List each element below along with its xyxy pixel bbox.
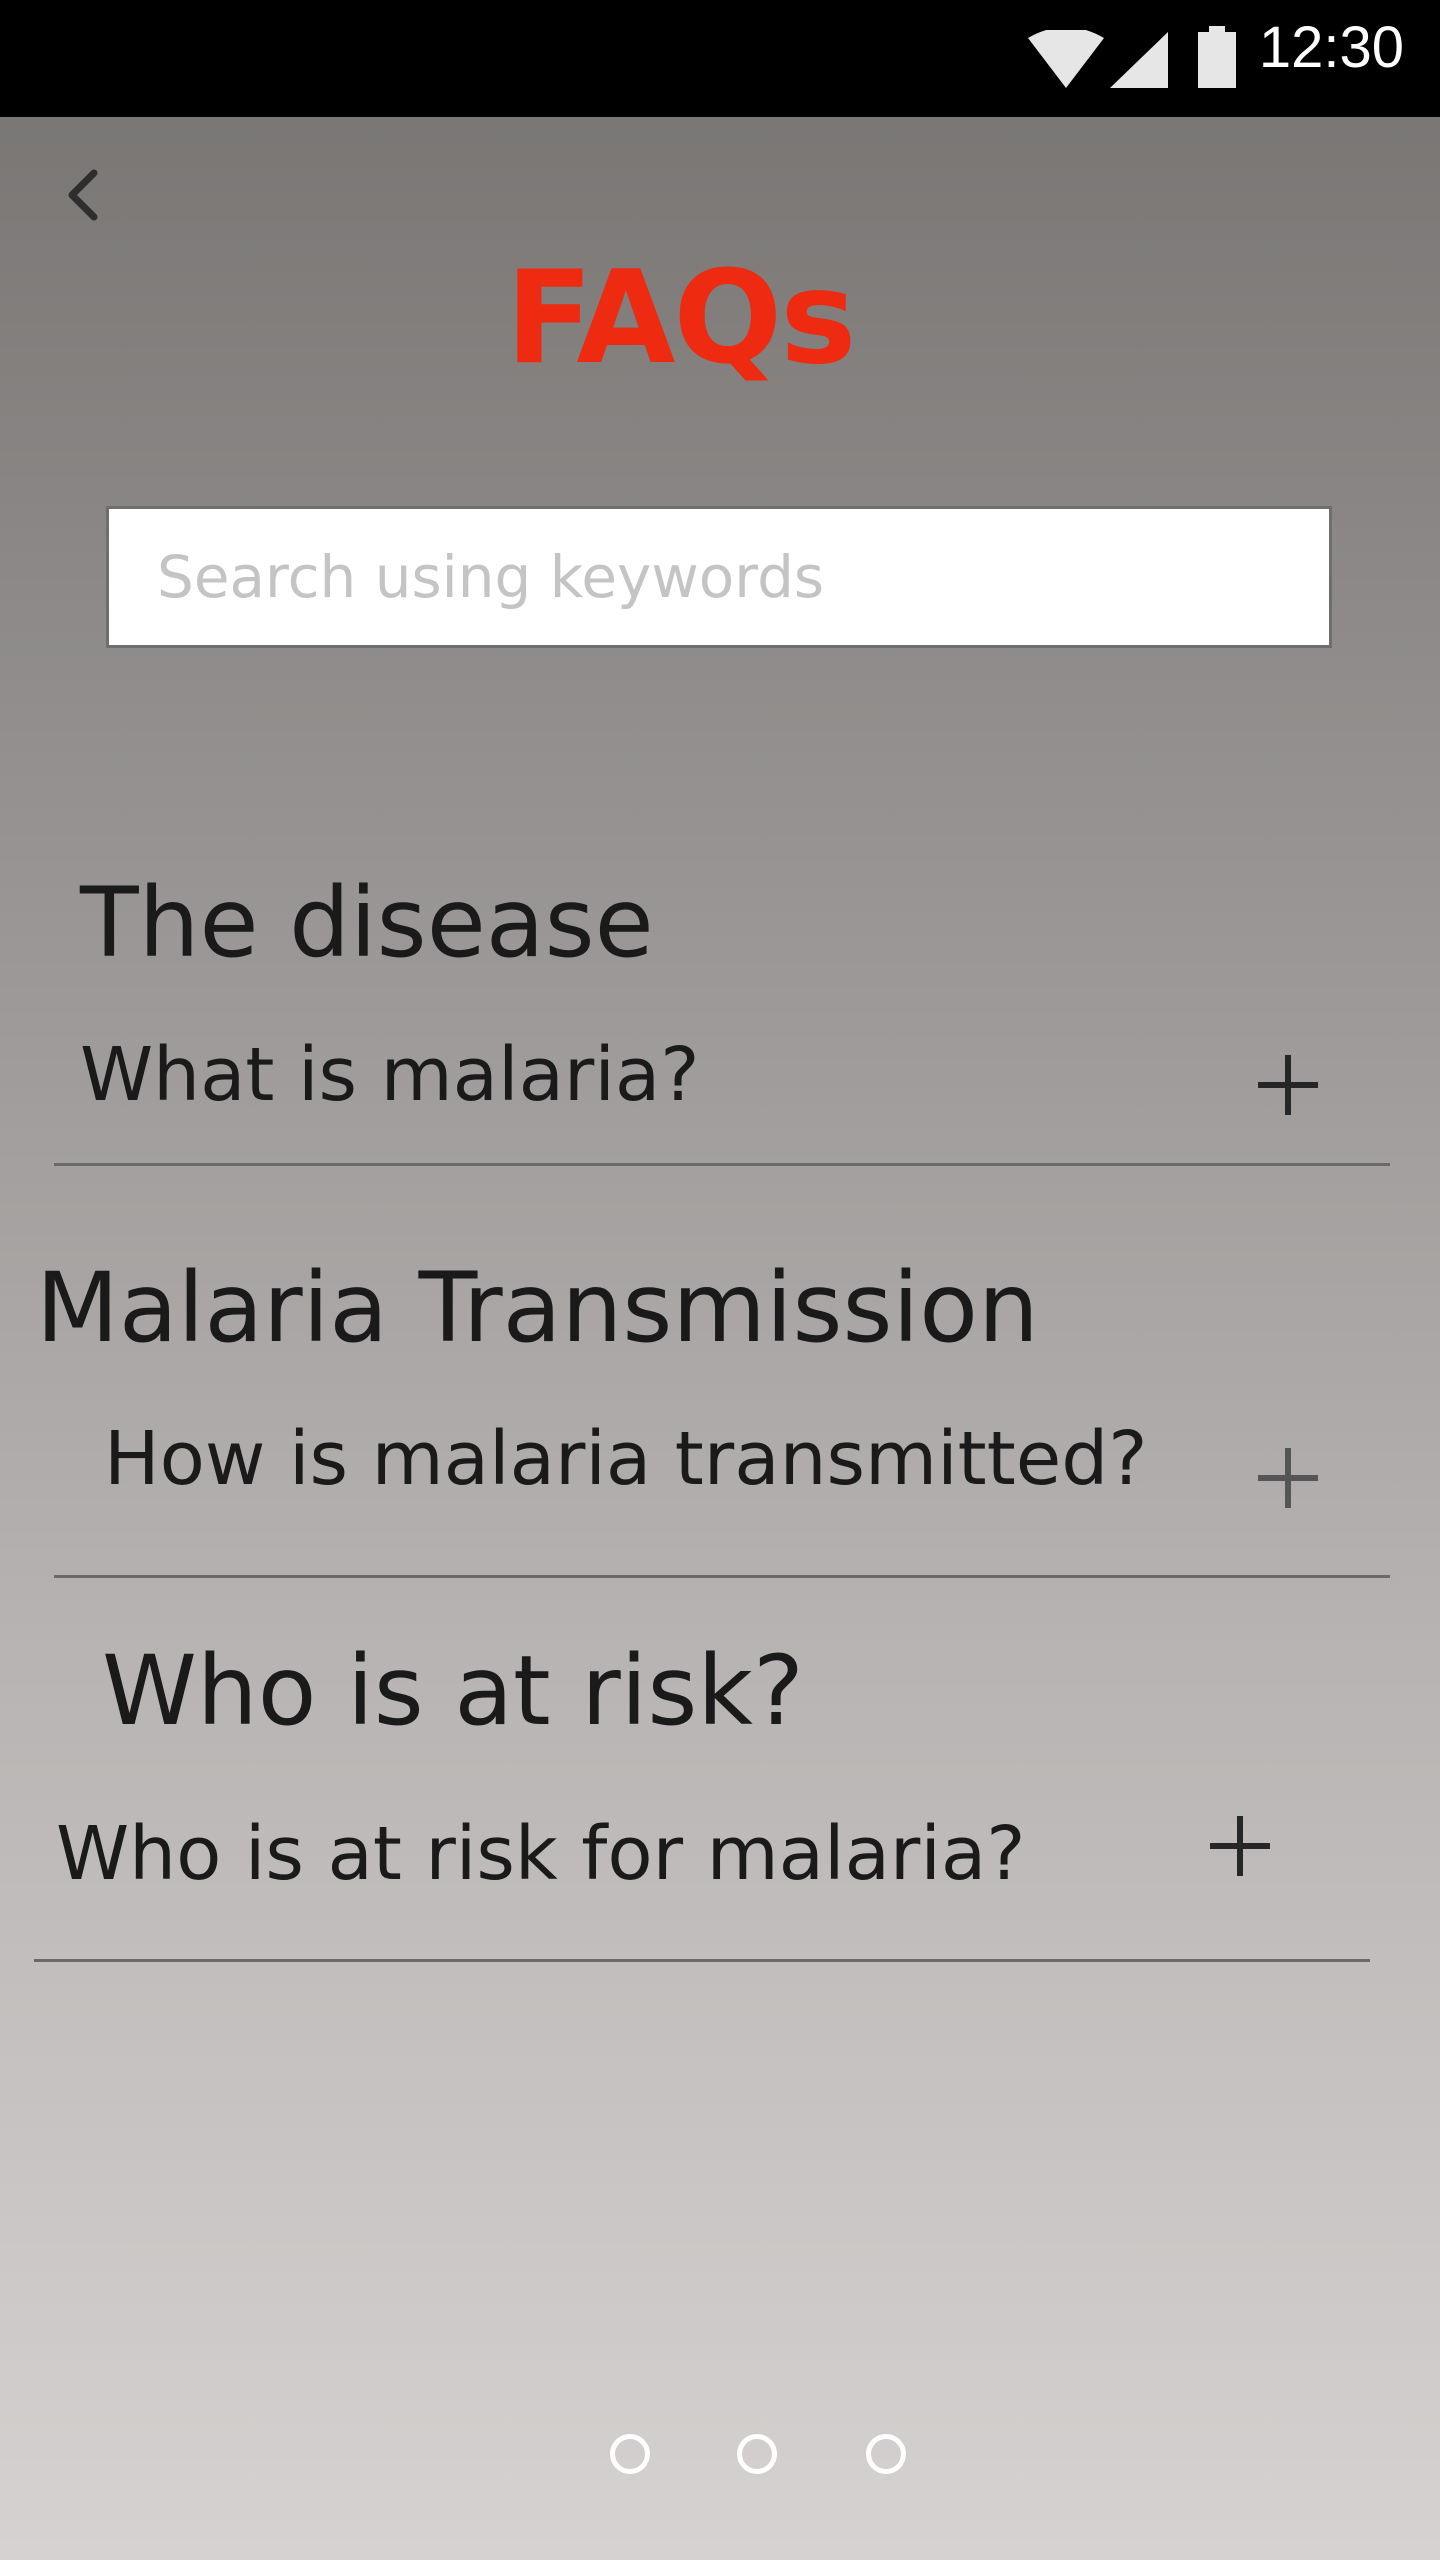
page-indicator-dot-2[interactable]: [737, 2434, 777, 2474]
plus-icon[interactable]: [1210, 1816, 1270, 1876]
search-box: [106, 506, 1332, 648]
faq-question-who-is-at-risk-for-malaria[interactable]: Who is at risk for malaria?: [56, 1817, 1026, 1891]
search-input[interactable]: [109, 509, 1329, 645]
section-heading-malaria-transmission: Malaria Transmission: [36, 1252, 1039, 1364]
status-time: 12:30: [1258, 15, 1404, 80]
cellular-signal-icon: [1110, 32, 1168, 88]
page-indicator-dot-3[interactable]: [866, 2434, 906, 2474]
battery-icon: [1198, 26, 1236, 88]
chevron-left-icon: [68, 169, 98, 221]
plus-icon[interactable]: [1258, 1055, 1318, 1115]
divider: [34, 1959, 1370, 1962]
section-heading-the-disease: The disease: [80, 867, 654, 979]
faq-question-how-is-malaria-transmitted[interactable]: How is malaria transmitted?: [104, 1422, 1147, 1496]
back-button[interactable]: [52, 160, 112, 230]
page-title: FAQs: [505, 244, 857, 393]
divider: [54, 1575, 1390, 1578]
faq-question-what-is-malaria[interactable]: What is malaria?: [80, 1038, 700, 1112]
plus-icon[interactable]: [1258, 1448, 1318, 1508]
wifi-icon: [1028, 30, 1104, 88]
status-bar: 12:30: [0, 0, 1440, 117]
section-heading-who-is-at-risk: Who is at risk?: [102, 1635, 804, 1747]
page-indicator-dot-1[interactable]: [610, 2434, 650, 2474]
divider: [54, 1163, 1390, 1166]
